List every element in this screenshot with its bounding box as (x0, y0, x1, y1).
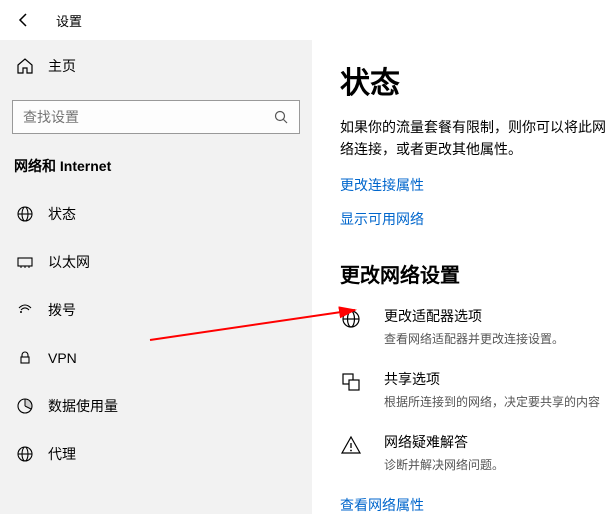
search-input[interactable] (23, 109, 223, 125)
option-title: 网络疑难解答 (384, 432, 504, 452)
sidebar-item-label: 以太网 (48, 252, 90, 272)
option-title: 更改适配器选项 (384, 306, 564, 326)
option-troubleshoot[interactable]: 网络疑难解答 诊断并解决网络问题。 (340, 432, 606, 473)
page-title: 状态 (340, 58, 606, 102)
window-title: 设置 (56, 11, 82, 30)
status-description: 如果你的流量套餐有限制，则你可以将此网络连接，或者更改其他属性。 (340, 116, 606, 161)
link-change-connection[interactable]: 更改连接属性 (340, 175, 424, 195)
sidebar-item-label: 数据使用量 (48, 396, 118, 416)
ethernet-icon (14, 253, 36, 271)
section-title: 更改网络设置 (340, 259, 606, 288)
dialup-icon (14, 301, 36, 319)
sidebar-home-label: 主页 (48, 56, 76, 76)
warning-icon (340, 432, 370, 473)
option-sub: 查看网络适配器并更改连接设置。 (384, 330, 564, 347)
sidebar-item-label: 拨号 (48, 300, 76, 320)
sidebar-item-ethernet[interactable]: 以太网 (0, 238, 312, 286)
sidebar-item-label: 代理 (48, 444, 76, 464)
sharing-icon (340, 369, 370, 410)
sidebar: 主页 网络和 Internet 状态 以太网 (0, 40, 312, 514)
data-usage-icon (14, 397, 36, 415)
option-title: 共享选项 (384, 369, 600, 389)
sidebar-item-data-usage[interactable]: 数据使用量 (0, 382, 312, 430)
sidebar-item-dialup[interactable]: 拨号 (0, 286, 312, 334)
option-sharing[interactable]: 共享选项 根据所连接到的网络，决定要共享的内容 (340, 369, 606, 410)
arrow-left-icon (16, 12, 32, 28)
option-sub: 根据所连接到的网络，决定要共享的内容 (384, 393, 600, 410)
proxy-icon (14, 445, 36, 463)
sidebar-item-label: VPN (48, 350, 77, 366)
sidebar-item-status[interactable]: 状态 (0, 190, 312, 238)
back-button[interactable] (12, 8, 36, 32)
adapter-icon (340, 306, 370, 347)
main-content: 状态 如果你的流量套餐有限制，则你可以将此网络连接，或者更改其他属性。 更改连接… (312, 40, 606, 514)
link-view-properties[interactable]: 查看网络属性 (340, 495, 424, 515)
sidebar-section-title: 网络和 Internet (0, 148, 312, 186)
option-sub: 诊断并解决网络问题。 (384, 456, 504, 473)
globe-icon (14, 205, 36, 223)
sidebar-item-proxy[interactable]: 代理 (0, 430, 312, 478)
sidebar-home[interactable]: 主页 (0, 44, 312, 88)
vpn-icon (14, 349, 36, 367)
link-show-networks[interactable]: 显示可用网络 (340, 209, 424, 229)
home-icon (14, 57, 36, 75)
sidebar-item-label: 状态 (48, 204, 76, 224)
search-icon (273, 109, 289, 125)
sidebar-item-vpn[interactable]: VPN (0, 334, 312, 382)
option-adapter[interactable]: 更改适配器选项 查看网络适配器并更改连接设置。 (340, 306, 606, 347)
window-header: 设置 (0, 0, 606, 40)
search-box[interactable] (12, 100, 300, 134)
